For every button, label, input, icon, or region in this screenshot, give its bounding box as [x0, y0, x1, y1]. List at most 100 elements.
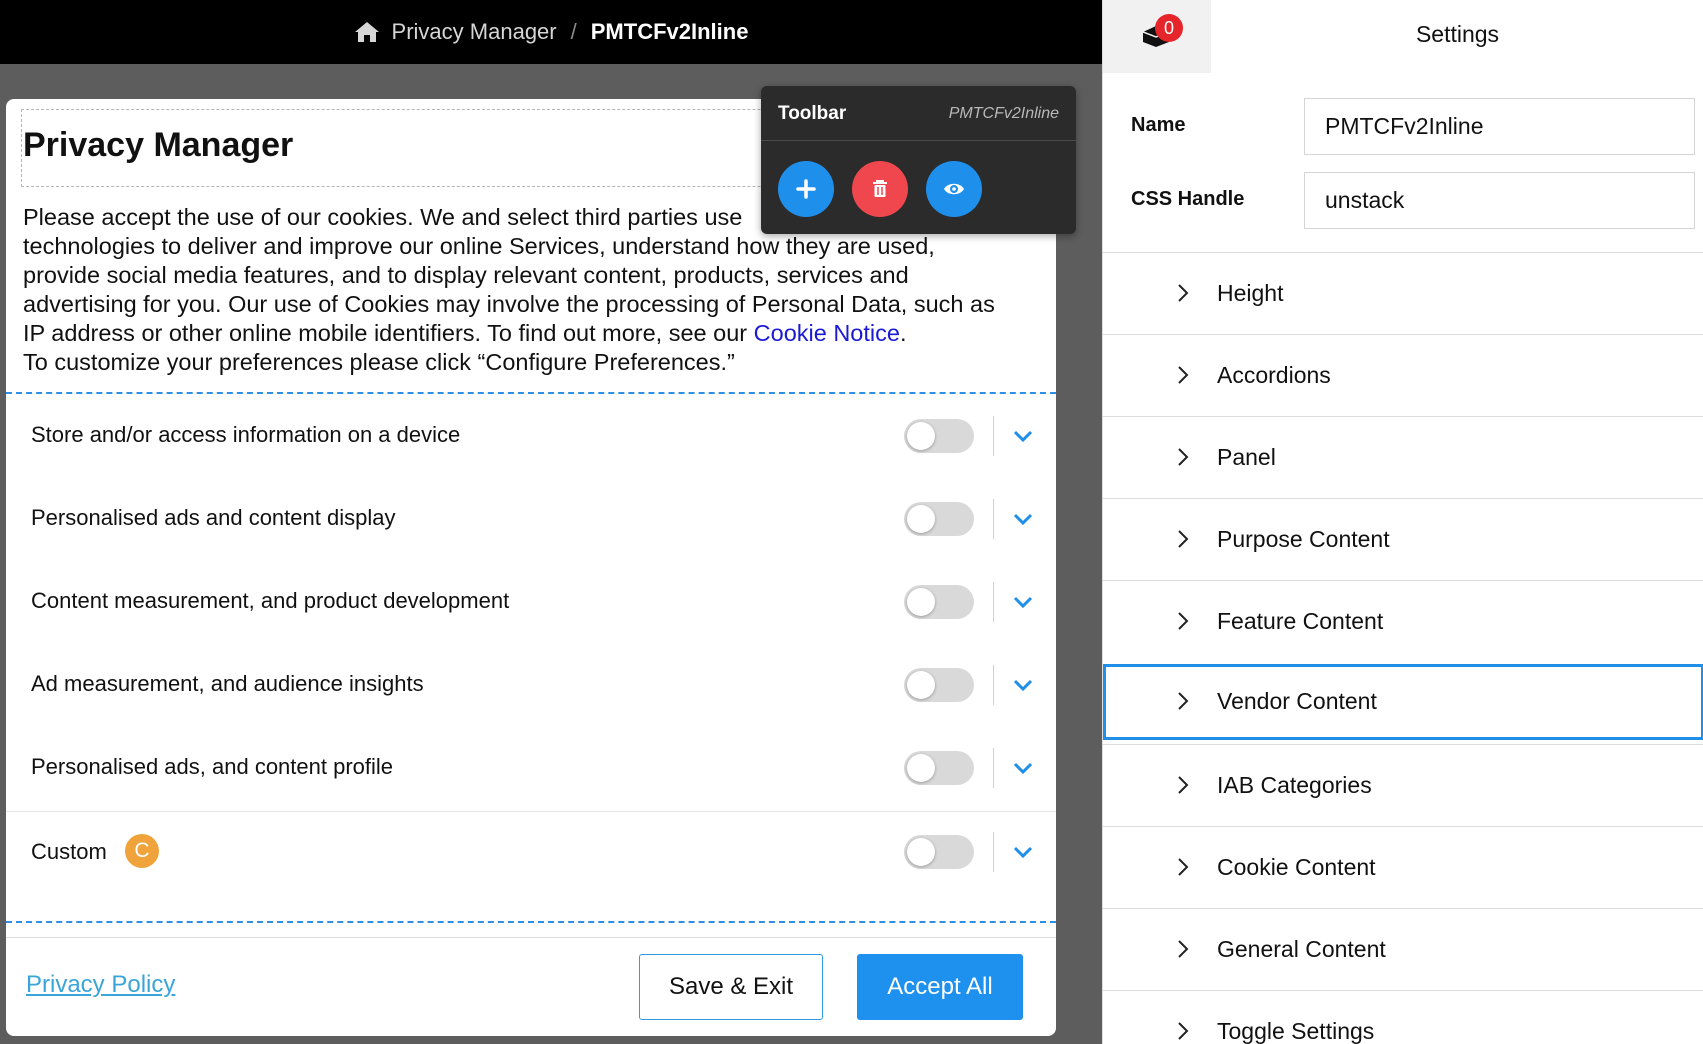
privacy-policy-link[interactable]: Privacy Policy: [26, 971, 175, 999]
purpose-toggle[interactable]: [904, 751, 974, 785]
divider: [993, 748, 994, 788]
footer-divider: [6, 937, 1056, 938]
toolbar-subtitle: PMTCFv2Inline: [948, 105, 1059, 122]
accordion-height[interactable]: Height: [1103, 252, 1703, 334]
purpose-toggle[interactable]: [904, 585, 974, 619]
accept-all-button[interactable]: Accept All: [857, 954, 1023, 1020]
chevron-down-icon[interactable]: [1011, 507, 1035, 531]
accordion-feature-content[interactable]: Feature Content: [1103, 580, 1703, 662]
settings-panel: 0 Settings Name PMTCFv2Inline CSS Handle…: [1102, 0, 1703, 1044]
purpose-row[interactable]: Personalised ads, and content profile: [6, 726, 1056, 809]
toggle-knob: [907, 505, 935, 533]
chevron-right-icon: [1178, 448, 1189, 466]
breadcrumb-separator: /: [570, 19, 577, 44]
save-exit-button[interactable]: Save & Exit: [639, 954, 823, 1020]
accordion-purpose-content[interactable]: Purpose Content: [1103, 498, 1703, 580]
accordion-label: Panel: [1217, 444, 1276, 470]
preview-button[interactable]: [926, 161, 982, 217]
custom-purpose-row[interactable]: Custom C: [6, 810, 1056, 893]
purpose-label: Store and/or access information on a dev…: [31, 422, 461, 447]
purpose-label: Content measurement, and product develop…: [31, 588, 510, 613]
home-icon[interactable]: [354, 21, 380, 43]
breadcrumb-parent[interactable]: Privacy Manager: [392, 19, 557, 45]
divider: [993, 832, 994, 872]
toolbar-header: Toolbar PMTCFv2Inline: [761, 86, 1076, 141]
divider: [993, 582, 994, 622]
purpose-row[interactable]: Content measurement, and product develop…: [6, 560, 1056, 643]
body-line: provide social media features, and to di…: [23, 262, 909, 288]
settings-title: Settings: [1415, 21, 1500, 47]
body-line-text: IP address or other online mobile identi…: [23, 320, 754, 346]
chevron-down-icon[interactable]: [1011, 840, 1035, 864]
purpose-label: Personalised ads and content display: [31, 505, 396, 530]
eye-icon: [944, 183, 964, 195]
css-handle-label: CSS Handle: [1131, 188, 1245, 210]
divider: [993, 499, 994, 539]
body-line: To customize your preferences please cli…: [23, 349, 735, 375]
purpose-toggle[interactable]: [904, 419, 974, 453]
purpose-toggle[interactable]: [904, 668, 974, 702]
body-line: IP address or other online mobile identi…: [23, 319, 1053, 348]
name-label: Name: [1131, 114, 1186, 136]
chevron-down-icon[interactable]: [1011, 590, 1035, 614]
purpose-label: Personalised ads, and content profile: [31, 754, 394, 779]
purpose-row[interactable]: Ad measurement, and audience insights: [6, 643, 1056, 726]
accordion-iab-categories[interactable]: IAB Categories: [1103, 744, 1703, 826]
notification-badge: 0: [1155, 14, 1183, 42]
chevron-right-icon: [1178, 940, 1189, 958]
accordion-label: Purpose Content: [1217, 526, 1390, 552]
toggle-knob: [907, 588, 935, 616]
accordion-label: Cookie Content: [1217, 854, 1376, 880]
cookie-notice-link[interactable]: Cookie Notice: [754, 320, 900, 346]
add-button[interactable]: [778, 161, 834, 217]
toggle-knob: [907, 754, 935, 782]
custom-toggle[interactable]: [904, 835, 974, 869]
toggle-knob: [907, 422, 935, 450]
purpose-row[interactable]: Store and/or access information on a dev…: [6, 394, 1056, 477]
toggle-knob: [907, 838, 935, 866]
component-tab[interactable]: 0: [1103, 0, 1211, 73]
accordion-label: Feature Content: [1217, 608, 1384, 634]
chevron-right-icon: [1178, 692, 1189, 710]
accordion-label: Toggle Settings: [1217, 1018, 1375, 1044]
accordion-general-content[interactable]: General Content: [1103, 908, 1703, 990]
chevron-down-icon[interactable]: [1011, 673, 1035, 697]
purpose-toggle[interactable]: [904, 502, 974, 536]
accordion-label: Vendor Content: [1217, 688, 1377, 714]
name-input[interactable]: PMTCFv2Inline: [1304, 98, 1695, 155]
plus-icon: [796, 179, 816, 199]
editor-canvas: Privacy Manager / PMTCFv2Inline Privacy …: [0, 0, 1102, 1044]
accordion-label: Height: [1217, 280, 1284, 306]
body-line-text: .: [899, 320, 907, 346]
accordion-label: Accordions: [1217, 362, 1331, 388]
css-handle-input[interactable]: unstack: [1304, 172, 1695, 229]
toggle-knob: [907, 671, 935, 699]
accordion-panel[interactable]: Panel: [1103, 416, 1703, 498]
chevron-right-icon: [1178, 612, 1189, 630]
privacy-manager-preview[interactable]: Privacy Manager Please accept the use of…: [6, 99, 1056, 1036]
breadcrumb: Privacy Manager / PMTCFv2Inline: [0, 0, 1102, 64]
accordion-label: General Content: [1217, 936, 1386, 962]
custom-label: Custom: [31, 839, 107, 864]
delete-button[interactable]: [852, 161, 908, 217]
app: Privacy Manager / PMTCFv2Inline Privacy …: [0, 0, 1703, 1044]
accordion-accordions[interactable]: Accordions: [1103, 334, 1703, 416]
chevron-right-icon: [1178, 366, 1189, 384]
custom-badge: C: [125, 834, 159, 868]
chevron-down-icon[interactable]: [1011, 756, 1035, 780]
accordion-toggle-settings[interactable]: Toggle Settings: [1103, 990, 1703, 1044]
divider: [993, 665, 994, 705]
accordion-cookie-content[interactable]: Cookie Content: [1103, 826, 1703, 908]
purpose-label: Ad measurement, and audience insights: [31, 671, 424, 696]
trash-icon: [873, 180, 887, 197]
purpose-row[interactable]: Personalised ads and content display: [6, 477, 1056, 560]
accordion-vendor-content[interactable]: Vendor Content: [1103, 664, 1703, 740]
breadcrumb-current: PMTCFv2Inline: [590, 19, 749, 44]
chevron-right-icon: [1178, 858, 1189, 876]
floating-toolbar: Toolbar PMTCFv2Inline: [761, 86, 1076, 234]
chevron-right-icon: [1178, 776, 1189, 794]
settings-header: 0 Settings: [1103, 0, 1703, 73]
toolbar-title: Toolbar: [778, 103, 847, 124]
privacy-manager-title: Privacy Manager: [23, 126, 294, 164]
chevron-down-icon[interactable]: [1011, 424, 1035, 448]
